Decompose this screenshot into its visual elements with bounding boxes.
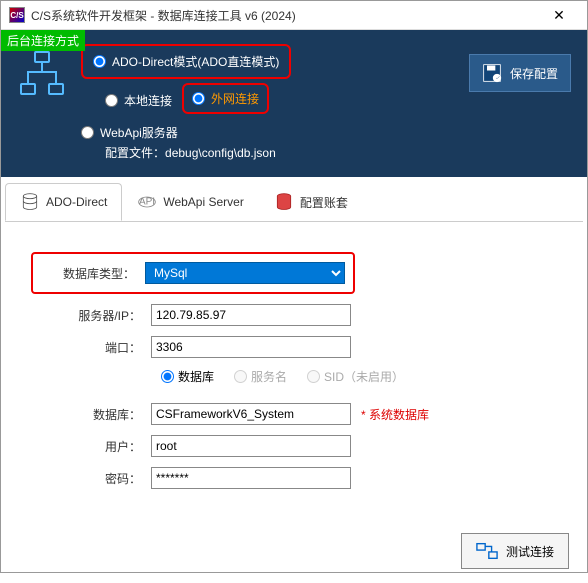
tab-account-label: 配置账套	[300, 194, 348, 211]
api-icon: API	[137, 192, 157, 212]
radio-webapi[interactable]: WebApi服务器	[81, 124, 455, 141]
ado-mode-highlight: ADO-Direct模式(ADO直连模式)	[81, 44, 291, 79]
tab-ado-label: ADO-Direct	[46, 195, 107, 209]
radio-opt-service: 服务名	[234, 368, 287, 385]
server-label: 服务器/IP：	[31, 307, 151, 324]
test-connection-button[interactable]: 测试连接	[461, 533, 569, 569]
save-config-button[interactable]: 保存配置	[469, 54, 571, 92]
radio-opt-database[interactable]: 数据库	[161, 368, 214, 385]
tab-webapi-label: WebApi Server	[163, 195, 243, 209]
database-icon	[20, 192, 40, 212]
user-input[interactable]	[151, 435, 351, 457]
config-file-path: debug\config\db.json	[165, 146, 276, 160]
footer: 测试连接	[1, 519, 587, 583]
database-input[interactable]	[151, 403, 351, 425]
port-input[interactable]	[151, 336, 351, 358]
radio-external-label: 外网连接	[211, 90, 259, 107]
titlebar: C/S C/S系统软件开发框架 - 数据库连接工具 v6 (2024) ✕	[1, 1, 587, 30]
network-icon	[17, 50, 67, 100]
opt-db-label: 数据库	[178, 368, 214, 385]
radio-webapi-label: WebApi服务器	[100, 124, 178, 141]
radio-local-label: 本地连接	[124, 92, 172, 109]
config-file-line: 配置文件：debug\config\db.json	[105, 144, 455, 161]
app-icon: C/S	[9, 7, 25, 23]
opt-sid-label: SID（未启用）	[324, 368, 404, 385]
radio-opt-sid: SID（未启用）	[307, 368, 404, 385]
test-connection-label: 测试连接	[506, 543, 554, 560]
tab-account-config[interactable]: 配置账套	[259, 183, 363, 221]
database-label: 数据库：	[31, 406, 151, 423]
server-input[interactable]	[151, 304, 351, 326]
password-input[interactable]	[151, 467, 351, 489]
external-conn-highlight: 外网连接	[182, 83, 269, 114]
radio-ado-direct[interactable]: ADO-Direct模式(ADO直连模式)	[93, 53, 279, 70]
link-icon	[476, 542, 498, 560]
tab-bar: ADO-Direct API WebApi Server 配置账套	[5, 183, 583, 222]
radio-external-conn[interactable]: 外网连接	[192, 90, 259, 107]
opt-service-label: 服务名	[251, 368, 287, 385]
user-label: 用户：	[31, 438, 151, 455]
panel-badge: 后台连接方式	[1, 30, 85, 51]
save-icon	[482, 63, 502, 83]
db-type-select[interactable]: MySql	[145, 262, 345, 284]
config-file-label: 配置文件：	[105, 146, 165, 160]
tab-ado-direct[interactable]: ADO-Direct	[5, 183, 122, 221]
radio-ado-label: ADO-Direct模式(ADO直连模式)	[112, 53, 279, 70]
svg-text:API: API	[139, 197, 155, 208]
db-type-label: 数据库类型：	[41, 265, 145, 282]
database-red-icon	[274, 192, 294, 212]
port-label: 端口：	[31, 339, 151, 356]
form-panel: 数据库类型： MySql 服务器/IP： 端口： 数据库 服务名 SID（未启用…	[1, 222, 587, 519]
connection-mode-panel: 后台连接方式 ADO-Direct模式(ADO直连模式) 本地连接	[1, 30, 587, 177]
save-config-label: 保存配置	[510, 65, 558, 82]
close-button[interactable]: ✕	[539, 1, 579, 29]
database-note: * 系统数据库	[361, 406, 429, 423]
tab-webapi-server[interactable]: API WebApi Server	[122, 183, 258, 221]
db-type-highlight: 数据库类型： MySql	[31, 252, 355, 294]
radio-local-conn[interactable]: 本地连接	[105, 86, 172, 115]
password-label: 密码：	[31, 470, 151, 487]
window-title: C/S系统软件开发框架 - 数据库连接工具 v6 (2024)	[31, 7, 539, 24]
